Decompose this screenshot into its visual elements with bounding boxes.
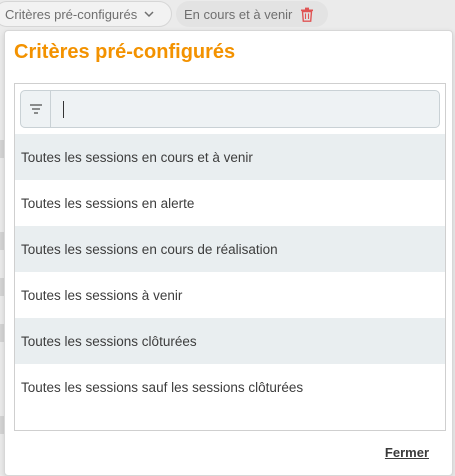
list-item[interactable]: Toutes les sessions en cours et à venir bbox=[15, 134, 445, 180]
preconfigured-criteria-popup: Critères pré-configurés Toutes les sessi… bbox=[4, 30, 453, 476]
text-cursor bbox=[63, 101, 64, 118]
options-list: Toutes les sessions en cours et à venir … bbox=[15, 134, 445, 410]
close-link[interactable]: Fermer bbox=[385, 445, 429, 460]
list-item[interactable]: Toutes les sessions en cours de réalisat… bbox=[15, 226, 445, 272]
trash-icon[interactable] bbox=[300, 7, 314, 22]
search-bar bbox=[20, 90, 440, 128]
filter-button[interactable] bbox=[21, 91, 51, 127]
status-filter-chip[interactable]: En cours et à venir bbox=[176, 1, 328, 27]
list-item[interactable]: Toutes les sessions clôturées bbox=[15, 318, 445, 364]
list-item[interactable]: Toutes les sessions en alerte bbox=[15, 180, 445, 226]
status-chip-label: En cours et à venir bbox=[184, 6, 293, 22]
chevron-down-icon bbox=[144, 11, 154, 18]
criteria-dropdown-chip[interactable]: Critères pré-configurés bbox=[0, 1, 172, 27]
filter-chips: Critères pré-configurés En cours et à ve… bbox=[0, 0, 455, 28]
search-input[interactable] bbox=[51, 92, 439, 126]
list-item[interactable]: Toutes les sessions à venir bbox=[15, 272, 445, 318]
filter-icon bbox=[29, 104, 42, 114]
popup-title: Critères pré-configurés bbox=[14, 41, 236, 63]
criteria-list: Toutes les sessions en cours et à venir … bbox=[14, 83, 446, 431]
list-item[interactable]: Toutes les sessions sauf les sessions cl… bbox=[15, 364, 445, 410]
criteria-chip-label: Critères pré-configurés bbox=[5, 6, 138, 22]
